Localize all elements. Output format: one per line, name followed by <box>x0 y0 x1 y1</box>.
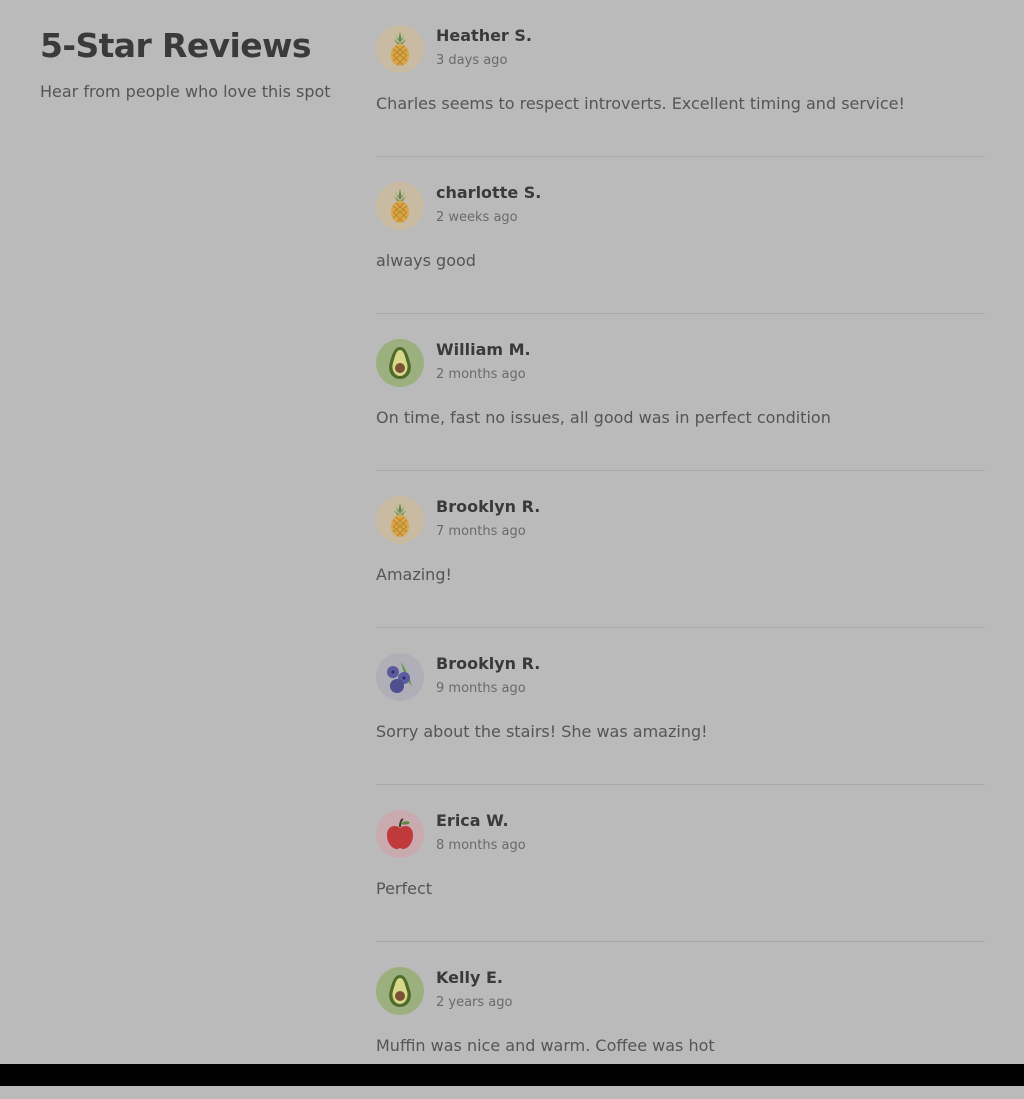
review-text: Sorry about the stairs! She was amazing! <box>376 722 708 741</box>
review-item: Erica W. 8 months ago Perfect <box>376 785 985 942</box>
review-item: Heather S. 3 days ago Charles seems to r… <box>376 0 985 157</box>
page-subtitle: Hear from people who love this spot <box>40 82 331 101</box>
reviewer-name: Erica W. <box>436 811 509 830</box>
review-time: 2 months ago <box>436 367 526 382</box>
reviewer-name: William M. <box>436 340 531 359</box>
review-item: Brooklyn R. 9 months ago Sorry about the… <box>376 628 985 785</box>
review-text: Amazing! <box>376 565 452 584</box>
page-title: 5-Star Reviews <box>40 26 312 65</box>
review-text: Muffin was nice and warm. Coffee was hot <box>376 1036 715 1055</box>
review-time: 8 months ago <box>436 838 526 853</box>
pineapple-icon <box>376 496 424 544</box>
review-text: always good <box>376 251 476 270</box>
reviewer-name: Brooklyn R. <box>436 654 541 673</box>
bottom-bar <box>0 1064 1024 1086</box>
review-item: Brooklyn R. 7 months ago Amazing! <box>376 471 985 628</box>
pineapple-icon <box>376 25 424 73</box>
reviews-header: 5-Star Reviews Hear from people who love… <box>40 26 340 103</box>
reviewer-name: Kelly E. <box>436 968 503 987</box>
apple-icon <box>376 810 424 858</box>
review-text: Perfect <box>376 879 433 898</box>
blueberry-icon <box>376 653 424 701</box>
review-time: 2 years ago <box>436 995 513 1010</box>
review-item: William M. 2 months ago On time, fast no… <box>376 314 985 471</box>
reviewer-name: Brooklyn R. <box>436 497 541 516</box>
avocado-icon <box>376 967 424 1015</box>
review-text: On time, fast no issues, all good was in… <box>376 408 831 427</box>
reviewer-name: Heather S. <box>436 26 532 45</box>
review-time: 3 days ago <box>436 53 508 68</box>
review-item: charlotte S. 2 weeks ago always good <box>376 157 985 314</box>
review-time: 9 months ago <box>436 681 526 696</box>
review-list: Heather S. 3 days ago Charles seems to r… <box>376 0 985 1099</box>
pineapple-icon <box>376 182 424 230</box>
review-time: 7 months ago <box>436 524 526 539</box>
avocado-icon <box>376 339 424 387</box>
review-text: Charles seems to respect introverts. Exc… <box>376 94 905 113</box>
review-time: 2 weeks ago <box>436 210 518 225</box>
reviewer-name: charlotte S. <box>436 183 542 202</box>
